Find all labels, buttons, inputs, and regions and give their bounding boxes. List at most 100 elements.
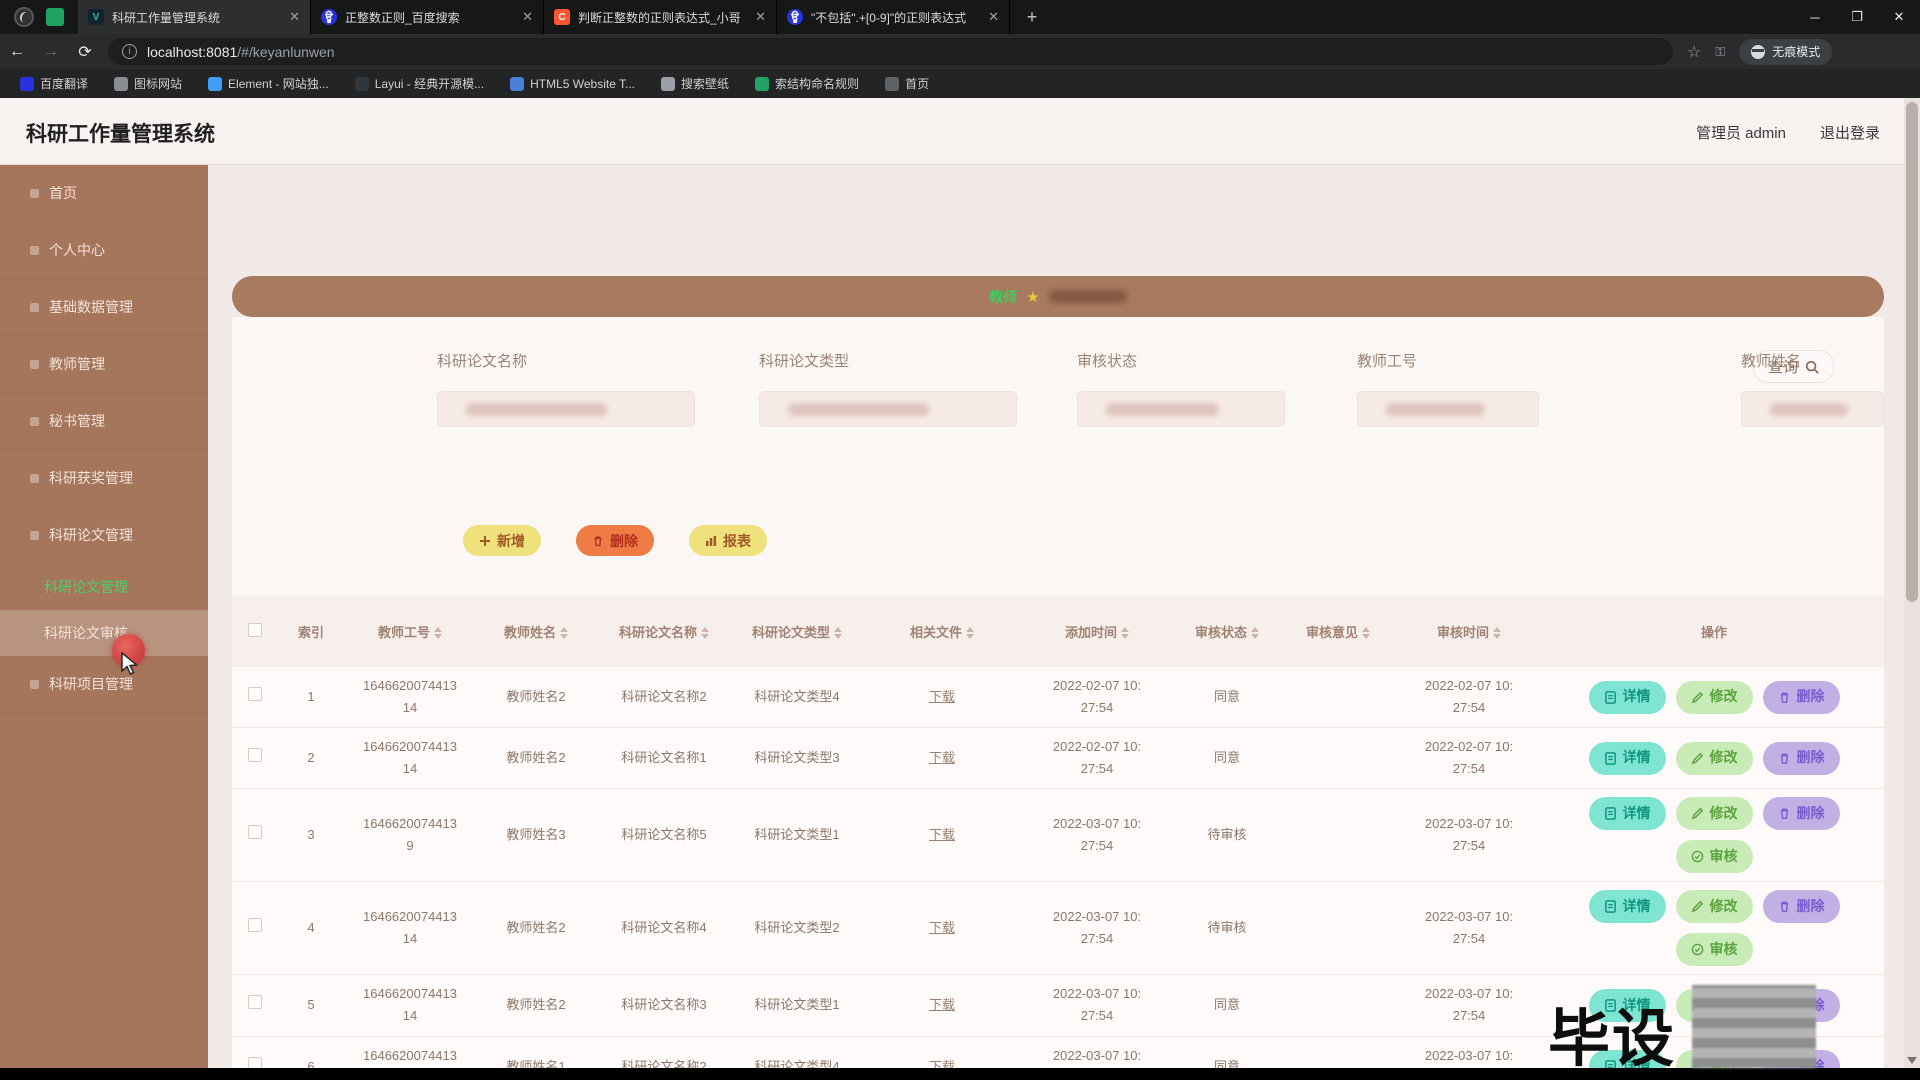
scrollbar-thumb[interactable] xyxy=(1906,102,1918,602)
column-header-科研论文类型[interactable]: 科研论文类型 xyxy=(732,595,862,667)
browser-scrollbar[interactable] xyxy=(1904,98,1920,1068)
column-header-教师工号[interactable]: 教师工号 xyxy=(344,595,476,667)
column-header-添加时间[interactable]: 添加时间 xyxy=(1022,595,1172,667)
review-button[interactable]: 审核 xyxy=(1676,840,1753,873)
sidebar-item-科研获奖管理[interactable]: 科研获奖管理 xyxy=(0,450,208,507)
bookmark-item[interactable]: 百度翻译 xyxy=(20,75,88,92)
edit-button[interactable]: 修改 xyxy=(1676,742,1753,775)
filter-input[interactable] xyxy=(759,391,1017,427)
bookmark-item[interactable]: 首页 xyxy=(885,75,929,92)
bulk-delete-button[interactable]: 删除 xyxy=(576,525,654,556)
bookmark-item[interactable]: 索结构命名规则 xyxy=(755,75,859,92)
sidebar-item-科研项目管理[interactable]: 科研项目管理 xyxy=(0,656,208,713)
download-link[interactable]: 下载 xyxy=(929,997,955,1012)
browser-tab[interactable]: ਊ "不包括".+[0-9]"的正则表达式 ✕ xyxy=(777,0,1010,34)
address-bar[interactable]: i localhost:8081/#/keyanlunwen xyxy=(108,38,1673,65)
row-checkbox[interactable] xyxy=(248,825,262,839)
column-header-审核时间[interactable]: 审核时间 xyxy=(1394,595,1544,667)
download-link[interactable]: 下载 xyxy=(929,689,955,704)
bookmark-favicon xyxy=(755,77,769,91)
forward-button[interactable]: → xyxy=(34,43,68,61)
edit-button[interactable]: 修改 xyxy=(1676,890,1753,923)
review-button[interactable]: 审核 xyxy=(1676,933,1753,966)
bookmark-item[interactable]: HTML5 Website T... xyxy=(510,77,635,91)
incognito-label: 无痕模式 xyxy=(1772,43,1820,60)
tab-close-icon[interactable]: ✕ xyxy=(289,9,300,25)
filter-input[interactable] xyxy=(1741,391,1884,427)
filter-input[interactable] xyxy=(1077,391,1285,427)
extension-key-icon[interactable]: ⚿ xyxy=(1715,44,1725,60)
row-checkbox[interactable] xyxy=(248,995,262,1009)
column-header-科研论文名称[interactable]: 科研论文名称 xyxy=(596,595,732,667)
row-checkbox[interactable] xyxy=(248,918,262,932)
delete-button[interactable]: 删除 xyxy=(1763,797,1840,830)
back-button[interactable]: ← xyxy=(0,43,34,61)
delete-button[interactable]: 删除 xyxy=(1763,681,1840,714)
column-header-相关文件[interactable]: 相关文件 xyxy=(862,595,1022,667)
column-header-教师姓名[interactable]: 教师姓名 xyxy=(476,595,596,667)
detail-button[interactable]: 详情 xyxy=(1589,681,1666,714)
sort-caret-icon[interactable] xyxy=(1121,627,1129,639)
select-all-checkbox[interactable] xyxy=(248,623,262,637)
bookmark-item[interactable]: 搜索壁纸 xyxy=(661,75,729,92)
row-checkbox[interactable] xyxy=(248,748,262,762)
sort-caret-icon[interactable] xyxy=(560,627,568,639)
sidebar-item-基础数据管理[interactable]: 基础数据管理 xyxy=(0,279,208,336)
download-link[interactable]: 下载 xyxy=(929,827,955,842)
sidebar-item-个人中心[interactable]: 个人中心 xyxy=(0,222,208,279)
report-button[interactable]: 报表 xyxy=(689,525,767,556)
detail-button[interactable]: 详情 xyxy=(1589,742,1666,775)
tab-close-icon[interactable]: ✕ xyxy=(988,9,999,25)
bookmark-item[interactable]: Element - 网站独... xyxy=(208,75,329,92)
bookmark-favicon xyxy=(20,77,34,91)
bookmark-item[interactable]: 图标网站 xyxy=(114,75,182,92)
sidebar-item-科研论文审核[interactable]: 科研论文审核 xyxy=(0,610,208,656)
browser-tab[interactable]: ਊ 正整数正则_百度搜索 ✕ xyxy=(311,0,544,34)
site-info-icon[interactable]: i xyxy=(122,44,137,59)
edit-button[interactable]: 修改 xyxy=(1676,797,1753,830)
edit-button[interactable]: 修改 xyxy=(1676,681,1753,714)
detail-button[interactable]: 详情 xyxy=(1589,890,1666,923)
maximize-button[interactable]: ❐ xyxy=(1836,0,1878,34)
column-header-审核状态[interactable]: 审核状态 xyxy=(1172,595,1282,667)
video-watermark: 毕设 xyxy=(1548,988,1676,1078)
filter-input[interactable] xyxy=(437,391,695,427)
new-tab-button[interactable]: + xyxy=(1018,3,1046,31)
close-button[interactable]: ✕ xyxy=(1878,0,1920,34)
sort-caret-icon[interactable] xyxy=(434,627,442,639)
banner-badge: 教师 xyxy=(989,287,1017,307)
sort-caret-icon[interactable] xyxy=(1362,627,1370,639)
logout-link[interactable]: 退出登录 xyxy=(1820,122,1880,143)
tab-close-icon[interactable]: ✕ xyxy=(522,9,533,25)
table-row: 4 164662007441314 教师姓名2 科研论文名称4 科研论文类型2 … xyxy=(232,882,1884,975)
add-button[interactable]: 新增 xyxy=(463,525,541,556)
sidebar-item-秘书管理[interactable]: 秘书管理 xyxy=(0,393,208,450)
scrollbar-down-arrow[interactable] xyxy=(1907,1057,1917,1064)
column-header-审核意见[interactable]: 审核意见 xyxy=(1282,595,1394,667)
reload-button[interactable]: ⟳ xyxy=(68,42,102,62)
delete-button[interactable]: 删除 xyxy=(1763,742,1840,775)
banner-star-icon: ★ xyxy=(1026,288,1039,306)
sort-caret-icon[interactable] xyxy=(1493,627,1501,639)
sidebar-item-首页[interactable]: 首页 xyxy=(0,165,208,222)
sidebar-item-科研论文管理[interactable]: 科研论文管理 xyxy=(0,507,208,564)
sidebar-item-教师管理[interactable]: 教师管理 xyxy=(0,336,208,393)
browser-tab[interactable]: V 科研工作量管理系统 ✕ xyxy=(78,0,311,34)
browser-tab[interactable]: C 判断正整数的正则表达式_小哥 ✕ xyxy=(544,0,777,34)
bookmark-item[interactable]: Layui - 经典开源模... xyxy=(355,75,484,92)
sort-caret-icon[interactable] xyxy=(1251,627,1259,639)
sort-caret-icon[interactable] xyxy=(966,627,974,639)
sort-caret-icon[interactable] xyxy=(701,627,709,639)
bookmark-star-icon[interactable]: ☆ xyxy=(1687,42,1701,62)
delete-button[interactable]: 删除 xyxy=(1763,890,1840,923)
download-link[interactable]: 下载 xyxy=(929,750,955,765)
download-link[interactable]: 下载 xyxy=(929,920,955,935)
minimize-button[interactable]: ─ xyxy=(1794,0,1836,34)
table-row: 1 164662007441314 教师姓名2 科研论文名称2 科研论文类型4 … xyxy=(232,667,1884,728)
sort-caret-icon[interactable] xyxy=(834,627,842,639)
detail-button[interactable]: 详情 xyxy=(1589,797,1666,830)
tab-close-icon[interactable]: ✕ xyxy=(755,9,766,25)
sidebar-item-科研论文管理[interactable]: 科研论文管理 xyxy=(0,564,208,610)
filter-input[interactable] xyxy=(1357,391,1539,427)
row-checkbox[interactable] xyxy=(248,687,262,701)
